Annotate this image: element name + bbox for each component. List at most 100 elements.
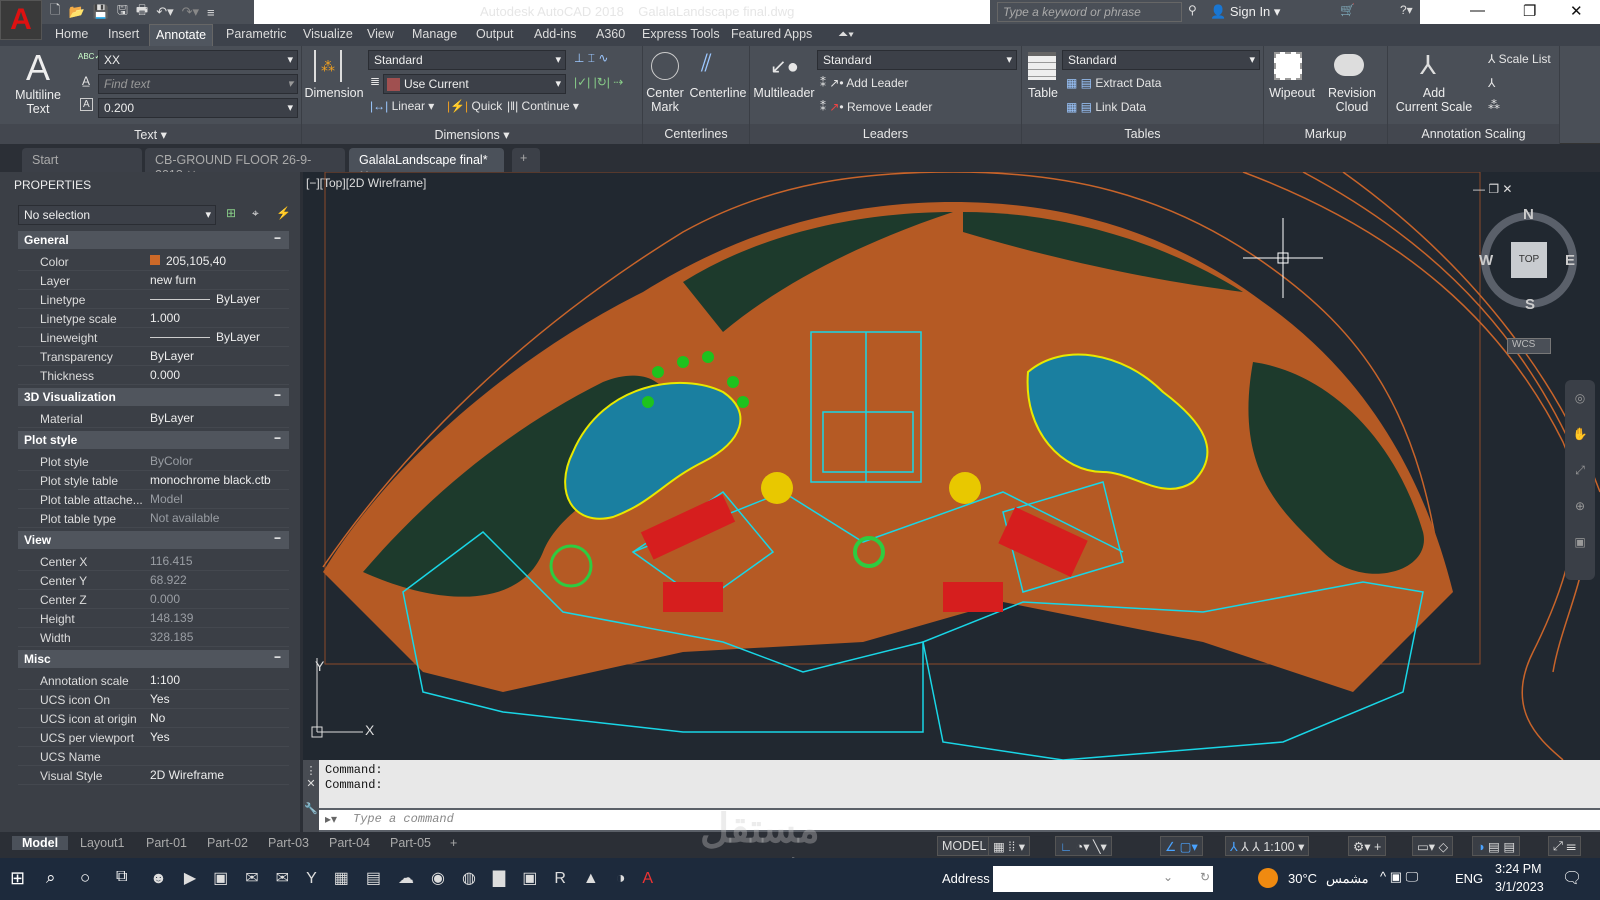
property-value[interactable]: 1:100 <box>150 673 180 687</box>
maximize-button[interactable]: ❐ <box>1523 2 1536 20</box>
property-row[interactable]: Linetype ByLayer <box>18 290 289 309</box>
address-input[interactable]: ⌄ <box>993 866 1213 892</box>
table-button[interactable]: Table <box>1022 86 1064 100</box>
ortho-polar-buttons[interactable]: ∟ ◔▾ ╲▾ <box>1055 836 1112 856</box>
property-value[interactable]: Yes <box>150 692 170 706</box>
windows-start-icon[interactable]: ⊞ <box>10 868 25 889</box>
tab-annotate[interactable]: Annotate <box>149 24 214 46</box>
property-row[interactable]: Lineweight ByLayer <box>18 328 289 347</box>
undo-icon[interactable]: ↶▾ <box>156 4 173 20</box>
search-icon[interactable]: ⌕ <box>46 868 56 888</box>
property-row[interactable]: UCS Name <box>18 747 289 766</box>
property-row[interactable]: Height 148.139 <box>18 609 289 628</box>
quick-select-icon[interactable]: ⚡ <box>276 206 291 220</box>
customize-icon[interactable]: ≡ <box>207 5 215 20</box>
panel-title-dimensions[interactable]: Dimensions ▾ <box>302 124 642 144</box>
add-current-scale-button[interactable]: Add Current Scale <box>1388 86 1480 114</box>
property-value[interactable]: ByLayer <box>150 292 260 306</box>
property-row[interactable]: Annotation scale 1:100 <box>18 671 289 690</box>
property-row[interactable]: Center Z 0.000 <box>18 590 289 609</box>
sign-in-button[interactable]: 👤 Sign In ▾ <box>1210 4 1280 20</box>
property-value[interactable]: 68.922 <box>150 573 187 587</box>
property-row[interactable]: Color 205,105,40 <box>18 252 289 271</box>
table-style-select[interactable]: Standard <box>1062 50 1260 70</box>
multiline-text-button[interactable]: Multiline Text <box>6 88 70 116</box>
adjust-space-icon[interactable]: ⊥ ⌶ ∿ <box>574 51 608 66</box>
search-input[interactable]: Type a keyword or phrase <box>997 2 1182 22</box>
viewcube-north[interactable]: N <box>1523 206 1534 223</box>
property-value[interactable]: monochrome black.ctb <box>150 473 271 487</box>
navigation-bar[interactable]: ◎ ✋ ⤢ ⊕ ▣ <box>1565 380 1595 580</box>
property-value[interactable]: 0.000 <box>150 368 180 382</box>
dimension-button[interactable]: Dimension <box>304 86 364 100</box>
auto-scale-icon[interactable]: ⁂ <box>1488 98 1500 112</box>
tab-featured-apps[interactable]: Featured Apps <box>731 27 812 41</box>
property-row[interactable]: Plot style table monochrome black.ctb <box>18 471 289 490</box>
refresh-icon[interactable]: ↻ <box>1200 870 1210 884</box>
layout-tab-part-02[interactable]: Part-02 <box>207 836 248 850</box>
save-icon[interactable]: 💾 <box>93 4 109 20</box>
lock-ui-button[interactable]: ▭▾ ◇ <box>1412 836 1454 856</box>
property-row[interactable]: Thickness 0.000 <box>18 366 289 385</box>
property-row[interactable]: Material ByLayer <box>18 409 289 428</box>
tab-express-tools[interactable]: Express Tools <box>642 27 720 41</box>
print-icon[interactable]: 🖶 <box>136 1 148 23</box>
property-value[interactable]: ByLayer <box>150 330 260 344</box>
selection-select[interactable]: No selection <box>18 205 216 225</box>
model-space-button[interactable]: MODEL <box>937 836 992 856</box>
annotation-scale-button[interactable]: ⅄ ⅄ ⅄ 1:100 ▾ <box>1225 836 1310 856</box>
panel-title-text[interactable]: Text ▾ <box>0 124 301 144</box>
pinned-apps[interactable]: ☻▶▣✉✉Y▦▤☁◉◍▇▣R▲◑A <box>150 868 670 888</box>
continue-button[interactable]: |‖| Continue ▾ <box>507 99 579 113</box>
property-row[interactable]: Visual Style 2D Wireframe <box>18 766 289 785</box>
remove-leader-button[interactable]: ⁑ ↗• Remove Leader <box>820 100 932 114</box>
add-layout-button[interactable]: + <box>450 836 457 850</box>
wcs-menu[interactable]: WCS <box>1507 338 1551 354</box>
command-input[interactable]: Type a command <box>319 810 1600 830</box>
layout-tab-model[interactable]: Model <box>12 836 69 850</box>
property-row[interactable]: Layer new furn <box>18 271 289 290</box>
grid-snap-buttons[interactable]: ▦ ⁞⁞ ▾ <box>988 836 1030 856</box>
redo-icon[interactable]: ↷▾ <box>182 4 199 20</box>
collapse-icon[interactable]: − <box>274 388 281 402</box>
customization-button[interactable]: ⤢ ☰ <box>1548 836 1581 856</box>
language-indicator[interactable]: ENG <box>1455 871 1483 886</box>
sync-scale-icon[interactable]: ⅄ <box>1488 76 1495 90</box>
file-tab-galala[interactable]: GalalaLandscape final* ✕ <box>349 148 504 182</box>
help-icon[interactable]: ?▾ <box>1400 3 1413 17</box>
collapse-icon[interactable]: − <box>274 231 281 245</box>
viewcube-top[interactable]: TOP <box>1511 242 1547 278</box>
property-row[interactable]: Plot table type Not available <box>18 509 289 528</box>
add-leader-button[interactable]: ⁑ ↗• Add Leader <box>820 76 908 90</box>
property-value[interactable]: 148.139 <box>150 611 193 625</box>
property-row[interactable]: Transparency ByLayer <box>18 347 289 366</box>
tab-a360[interactable]: A360 <box>596 27 625 41</box>
dim-style-select[interactable]: Standard <box>368 50 566 70</box>
property-value[interactable]: 205,105,40 <box>150 254 226 268</box>
panel-title-leaders[interactable]: Leaders <box>750 124 1021 144</box>
text-style-select[interactable]: XX <box>98 50 298 70</box>
tab-insert[interactable]: Insert <box>108 27 139 41</box>
collapse-icon[interactable]: − <box>274 431 281 445</box>
cortana-icon[interactable]: ○ <box>80 868 90 888</box>
property-row[interactable]: UCS icon On Yes <box>18 690 289 709</box>
task-view-icon[interactable]: ⧉ <box>116 868 127 886</box>
revision-cloud-button[interactable]: Revision Cloud <box>1320 86 1384 114</box>
open-icon[interactable]: 📂 <box>68 4 84 20</box>
file-tab-start[interactable]: Start <box>22 148 142 172</box>
property-value[interactable]: No <box>150 711 165 725</box>
application-menu-button[interactable]: A <box>0 0 42 40</box>
viewcube-east[interactable]: E <box>1565 252 1575 269</box>
find-text-input[interactable]: Find text <box>98 74 298 94</box>
tab-visualize[interactable]: Visualize <box>303 27 353 41</box>
property-value[interactable]: ByLayer <box>150 411 194 425</box>
tab-output[interactable]: Output <box>476 27 514 41</box>
linear-button[interactable]: |↔| Linear ▾ <box>370 99 434 113</box>
property-value[interactable]: ByColor <box>150 454 193 468</box>
section-misc[interactable]: Misc − <box>18 650 289 668</box>
scale-list-button[interactable]: ⅄ Scale List <box>1488 52 1551 66</box>
command-line-grip[interactable]: ⋮ ✕ 🔧 <box>303 760 319 832</box>
toggle-pickadd-icon[interactable]: ⊞ <box>226 206 236 220</box>
osnap-buttons[interactable]: ∠ ▢▾ <box>1160 836 1203 856</box>
layout-tab-part-03[interactable]: Part-03 <box>268 836 309 850</box>
